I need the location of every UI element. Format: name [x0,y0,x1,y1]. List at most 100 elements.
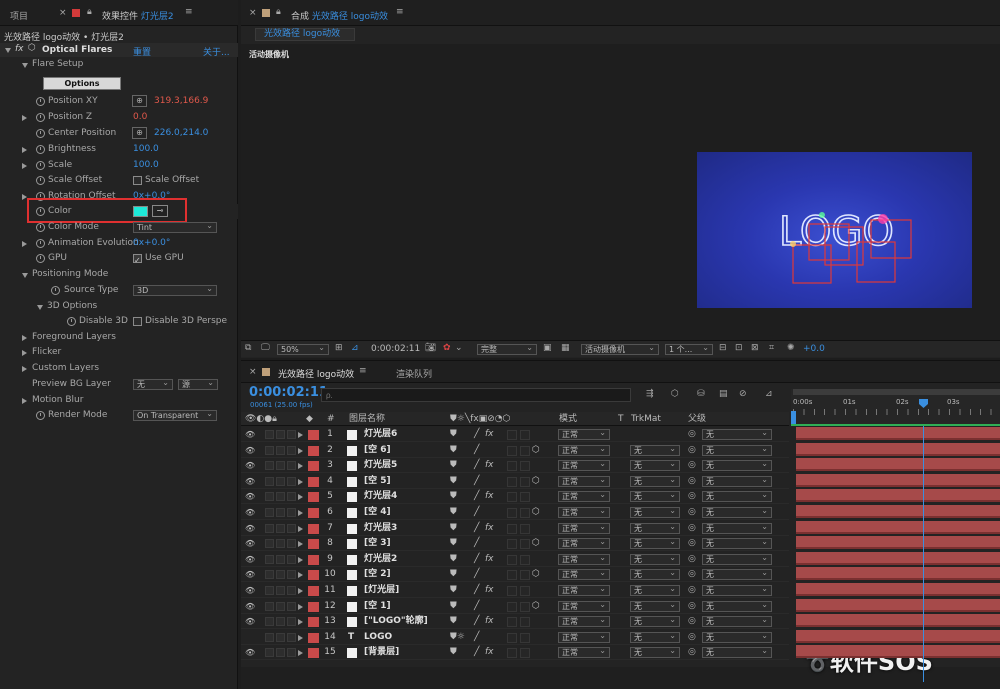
trkmat-select[interactable]: 无 [630,568,680,581]
stopwatch-icon[interactable] [36,145,45,154]
parent-select[interactable]: 无 [702,631,772,643]
layer-duration-bar[interactable] [796,536,1000,550]
visibility-eye-icon[interactable]: 👁︎ [245,443,255,458]
layer-name[interactable]: [空 1] [364,599,391,614]
stopwatch-icon[interactable] [36,97,45,106]
parent-select[interactable]: 无 [702,537,772,550]
lock-toggle[interactable] [287,554,296,564]
expand-toggle-icon[interactable] [5,48,11,53]
quality-switch-icon[interactable]: ╱ [474,552,479,567]
expand-toggle-icon[interactable] [298,619,303,626]
blend-mode-select[interactable]: 正常 [558,428,610,440]
trkmat-select[interactable]: 无 [630,506,680,518]
trkmat-select[interactable]: 无 [630,631,680,643]
motion-blur-switch[interactable] [507,476,517,487]
expand-toggle-icon[interactable] [298,510,303,516]
expand-toggle-icon[interactable] [298,541,303,548]
expand-toggle-icon[interactable] [298,603,303,610]
trkmat-select[interactable]: 无 [630,490,680,503]
layer-name[interactable]: [空 6] [364,443,391,458]
viewer[interactable]: 活动摄像机 LOGO [241,44,1000,340]
shy-switch-icon[interactable]: ⛊ [450,489,457,504]
audio-toggle[interactable] [265,539,274,549]
close-icon[interactable]: × [249,367,257,377]
motion-blur-switch[interactable] [507,461,517,472]
layer-name[interactable]: [空 2] [364,567,391,582]
expand-toggle-icon[interactable] [22,366,27,372]
color-mode-select[interactable]: Tint [133,221,217,233]
work-area-bar[interactable] [793,389,1000,395]
parent-select[interactable]: 无 [702,522,772,534]
trkmat-select[interactable]: 无 [630,600,680,612]
fx-switch-icon[interactable]: fx [485,489,494,504]
solo-toggle[interactable] [276,601,285,611]
comp-flowchart-icon[interactable]: ⇶ [646,389,654,399]
layer-duration-bar[interactable] [796,629,1000,643]
quality-switch-icon[interactable]: ╱ [474,443,479,458]
layer-row[interactable]: 👁︎ 10 [空 2] ⛊ ╱ ⬡ 正常 无 ◎ 无 [241,567,789,583]
options-button[interactable]: Options [43,77,121,90]
label-color-swatch[interactable] [308,461,319,472]
adjustment-switch[interactable] [520,539,530,550]
layer-row[interactable]: 👁︎ 15 [背景层] ⛊ ╱ fx 正常 无 ◎ 无 [241,645,789,661]
pick-whip-icon[interactable]: ◎ [688,458,696,473]
mask-icon[interactable]: ⊿ [351,343,359,353]
trkmat-select[interactable]: 无 [630,444,680,456]
motion-blur-switch[interactable] [507,554,517,565]
solo-toggle[interactable] [276,632,285,642]
adjustment-switch[interactable] [520,601,530,612]
pick-whip-icon[interactable]: ◎ [688,599,696,614]
expand-toggle-icon[interactable] [22,273,28,278]
parent-select[interactable]: 无 [702,459,772,472]
label-color-swatch[interactable] [308,523,319,534]
adjustment-switch[interactable] [520,523,530,534]
stopwatch-icon[interactable] [67,317,76,326]
shy-switch-icon[interactable]: ⛊ [450,614,457,629]
time-ruler[interactable]: 0:00s 01s 02s 03s [791,389,1000,426]
lock-toggle[interactable] [287,617,296,627]
current-time-indicator[interactable] [919,399,928,408]
fx-switch-icon[interactable]: fx [485,645,494,660]
comp-subtab[interactable]: 光效路径 logo动效 [255,28,355,41]
layer-duration-bar[interactable] [796,598,1000,612]
audio-toggle[interactable] [265,554,274,564]
layer-duration-bar[interactable] [796,520,1000,534]
pick-whip-icon[interactable]: ◎ [688,505,696,520]
visibility-eye-icon[interactable]: 👁︎ [245,427,255,442]
shy-switch-icon[interactable]: ⛊ [450,599,457,614]
blend-mode-select[interactable]: 正常 [558,537,610,550]
trkmat-select[interactable]: 无 [630,475,680,487]
trkmat-select[interactable]: 无 [630,646,680,659]
layer-duration-bar[interactable] [796,442,1000,456]
quality-switch-icon[interactable]: ╱ [474,599,479,614]
layer-duration-bar[interactable] [796,567,1000,581]
shy-switch-icon[interactable]: ⛊ [450,443,457,458]
crosshair-icon[interactable]: ⊕ [132,127,147,139]
layer-row[interactable]: 👁︎ 5 灯光层4 ⛊ ╱ fx 正常 无 ◎ 无 [241,489,789,505]
parent-select[interactable]: 无 [702,475,772,487]
camera-icon[interactable]: 📷︎ [425,343,436,353]
parent-select[interactable]: 无 [702,553,772,565]
shy-switch-icon[interactable]: ⛊ [450,536,457,551]
adjustment-switch[interactable] [520,617,530,628]
blend-mode-select[interactable]: 正常 [558,522,610,534]
blend-mode-select[interactable]: 正常 [558,631,610,643]
layer-duration-bar[interactable] [796,645,1000,659]
blend-mode-select[interactable]: 正常 [558,646,610,659]
visibility-eye-icon[interactable]: 👁︎ [245,474,255,489]
camera-select[interactable]: 活动摄像机 [581,343,659,355]
solo-toggle[interactable] [276,617,285,627]
motion-blur-switch[interactable] [507,492,517,503]
in-point-marker[interactable] [791,411,796,425]
pick-whip-icon[interactable]: ◎ [688,567,696,582]
expand-toggle-icon[interactable] [298,494,303,501]
solo-toggle[interactable] [276,539,285,549]
parent-select[interactable]: 无 [702,615,772,628]
adjustment-switch[interactable] [520,492,530,503]
color-channels-icon[interactable]: ✿ [443,343,451,353]
tab-composition[interactable]: 合成 光效路径 logo动效 [291,9,388,22]
pick-whip-icon[interactable]: ◎ [688,474,696,489]
motion-blur-switch[interactable] [507,601,517,612]
motion-blur-switch[interactable] [507,570,517,581]
adjustment-switch[interactable] [520,476,530,487]
